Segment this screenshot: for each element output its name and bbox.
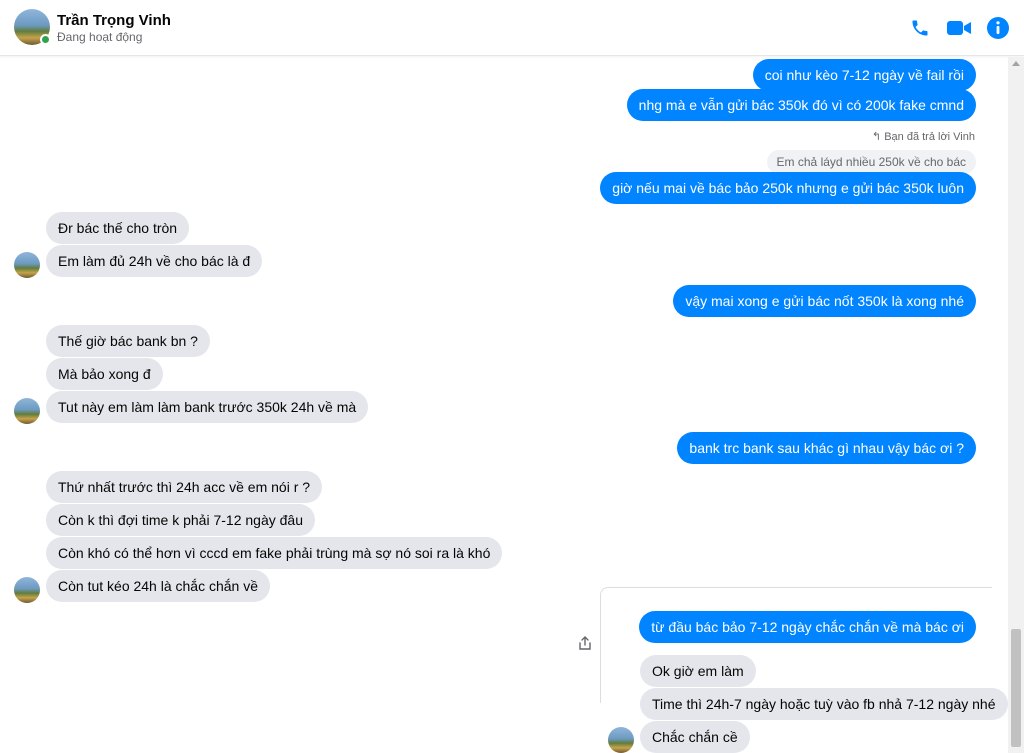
contact-avatar-small[interactable] bbox=[14, 577, 40, 603]
incoming-message[interactable]: Đr bác thế cho tròn bbox=[46, 212, 190, 244]
quoted-message[interactable]: Em chả láyd nhiều 250k về cho bác bbox=[766, 150, 976, 174]
contact-avatar-small[interactable] bbox=[14, 252, 40, 278]
reply-indicator: ↰ Bạn đã trả lời Vinh bbox=[872, 130, 975, 143]
incoming-message[interactable]: Thứ nhất trước thì 24h acc về em nói r ? bbox=[46, 471, 323, 503]
contact-avatar-small[interactable] bbox=[608, 727, 634, 753]
contact-status: Đang hoạt động bbox=[57, 30, 143, 44]
contact-name[interactable]: Trần Trọng Vinh bbox=[57, 12, 171, 29]
scrollbar-thumb[interactable] bbox=[1011, 629, 1021, 747]
incoming-message[interactable]: Em làm đủ 24h về cho bác là đ bbox=[46, 245, 263, 277]
outgoing-message[interactable]: coi như kèo 7-12 ngày về fail rồi bbox=[752, 59, 976, 91]
scrollbar[interactable] bbox=[1008, 57, 1024, 753]
reply-label-text: Bạn đã trả lời Vinh bbox=[884, 131, 975, 143]
contact-avatar-small[interactable] bbox=[14, 398, 40, 424]
phone-icon bbox=[912, 20, 928, 36]
scroll-up-arrow-icon[interactable] bbox=[1012, 61, 1020, 66]
incoming-message[interactable]: Còn khó có thể hơn vì cccd em fake phải … bbox=[46, 537, 503, 569]
reply-arrow-icon: ↰ bbox=[871, 131, 885, 143]
info-icon bbox=[987, 17, 1009, 39]
incoming-message[interactable]: Chắc chắn cề bbox=[640, 721, 750, 753]
audio-call-button[interactable] bbox=[906, 14, 934, 42]
incoming-message[interactable]: Tut này em làm làm bank trước 350k 24h v… bbox=[46, 391, 369, 423]
online-status-dot bbox=[40, 34, 51, 45]
conversation-info-button[interactable] bbox=[984, 14, 1012, 42]
outgoing-message[interactable]: vậy mai xong e gửi bác nốt 350k là xong … bbox=[673, 285, 976, 317]
outgoing-message[interactable]: nhg mà e vẫn gửi bác 350k đó vì có 200k … bbox=[626, 89, 976, 121]
incoming-message[interactable]: Mà bảo xong đ bbox=[46, 358, 163, 390]
incoming-message[interactable]: Time thì 24h-7 ngày hoặc tuỳ vào fb nhả … bbox=[640, 688, 1008, 720]
video-camera-icon bbox=[947, 21, 971, 35]
incoming-message[interactable]: Thế giờ bác bank bn ? bbox=[46, 325, 210, 357]
outgoing-message[interactable]: giờ nếu mai về bác bảo 250k nhưng e gửi … bbox=[600, 172, 976, 204]
incoming-message[interactable]: Còn tut kéo 24h là chắc chắn về bbox=[46, 570, 271, 602]
video-call-button[interactable] bbox=[945, 14, 973, 42]
chat-header: Trần Trọng Vinh Đang hoạt động bbox=[0, 0, 1024, 56]
outgoing-message[interactable]: bank trc bank sau khác gì nhau vậy bác ơ… bbox=[677, 432, 976, 464]
incoming-message[interactable]: Còn k thì đợi time k phải 7-12 ngày đâu bbox=[46, 504, 315, 536]
incoming-message[interactable]: Ok giờ em làm bbox=[640, 655, 756, 687]
share-icon[interactable] bbox=[577, 635, 593, 651]
